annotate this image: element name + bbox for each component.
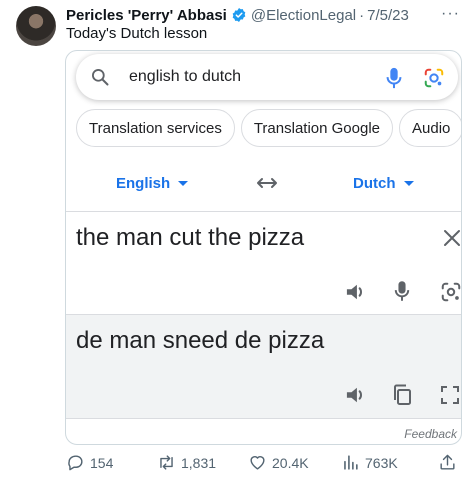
tweet-actions: 154 1,831 20.4K 763K bbox=[66, 453, 466, 475]
source-language-dropdown[interactable]: English bbox=[116, 175, 189, 192]
attached-image[interactable]: english to dutch Translation services Tr… bbox=[65, 50, 462, 445]
retweet-count: 1,831 bbox=[181, 454, 217, 471]
more-options-icon[interactable]: ··· bbox=[441, 5, 460, 23]
reply-count: 154 bbox=[90, 454, 114, 471]
voice-search-mic-icon[interactable] bbox=[385, 67, 403, 89]
retweet-button[interactable]: 1,831 bbox=[157, 453, 216, 472]
verified-badge-icon bbox=[231, 7, 247, 23]
chip-translation-google[interactable]: Translation Google bbox=[240, 109, 394, 147]
tweet-date[interactable]: 7/5/23 bbox=[367, 7, 409, 24]
separator-dot: · bbox=[359, 6, 365, 24]
share-button[interactable] bbox=[438, 453, 457, 472]
swap-languages-icon[interactable] bbox=[255, 173, 279, 193]
view-count: 763K bbox=[365, 454, 398, 471]
tweet-header: Pericles 'Perry' Abbasi @ElectionLegal ·… bbox=[66, 5, 464, 25]
speaker-icon[interactable] bbox=[345, 385, 367, 405]
search-icon bbox=[92, 69, 109, 86]
like-button[interactable]: 20.4K bbox=[248, 453, 309, 472]
speaker-icon[interactable] bbox=[345, 282, 367, 302]
author-handle[interactable]: @ElectionLegal bbox=[251, 7, 356, 24]
target-language-dropdown[interactable]: Dutch bbox=[353, 175, 414, 192]
views-chart-icon bbox=[344, 455, 358, 470]
target-language-label: Dutch bbox=[353, 175, 396, 192]
google-lens-icon[interactable] bbox=[423, 67, 445, 89]
views-button[interactable]: 763K bbox=[341, 453, 398, 472]
tweet-text: Today's Dutch lesson bbox=[66, 25, 208, 42]
feedback-link[interactable]: Feedback bbox=[404, 427, 457, 441]
chevron-down-icon bbox=[178, 181, 189, 186]
chip-translation-services[interactable]: Translation services bbox=[76, 109, 235, 147]
search-input[interactable]: english to dutch bbox=[129, 68, 241, 86]
source-text-panel[interactable]: the man cut the pizza bbox=[66, 211, 462, 314]
search-chips: Translation services Translation Google … bbox=[76, 109, 461, 147]
chevron-down-icon bbox=[403, 181, 414, 186]
translation-output-panel: de man sneed de pizza bbox=[66, 314, 461, 419]
reply-icon bbox=[68, 455, 83, 471]
translated-text: de man sneed de pizza bbox=[76, 327, 325, 354]
retweet-icon bbox=[160, 455, 173, 470]
avatar[interactable] bbox=[16, 6, 56, 46]
camera-icon[interactable] bbox=[440, 281, 462, 303]
mic-icon[interactable] bbox=[394, 280, 410, 302]
source-language-label: English bbox=[116, 175, 171, 192]
search-bar[interactable]: english to dutch bbox=[76, 54, 458, 100]
like-count: 20.4K bbox=[272, 454, 309, 471]
reply-button[interactable]: 154 bbox=[66, 453, 113, 472]
close-icon[interactable] bbox=[443, 229, 461, 247]
copy-icon[interactable] bbox=[392, 384, 412, 406]
author-name[interactable]: Pericles 'Perry' Abbasi bbox=[66, 7, 227, 24]
fullscreen-icon[interactable] bbox=[440, 385, 460, 405]
heart-icon bbox=[250, 456, 265, 470]
source-text[interactable]: the man cut the pizza bbox=[76, 224, 304, 252]
share-icon bbox=[440, 454, 455, 470]
chip-audio[interactable]: Audio bbox=[399, 109, 461, 147]
